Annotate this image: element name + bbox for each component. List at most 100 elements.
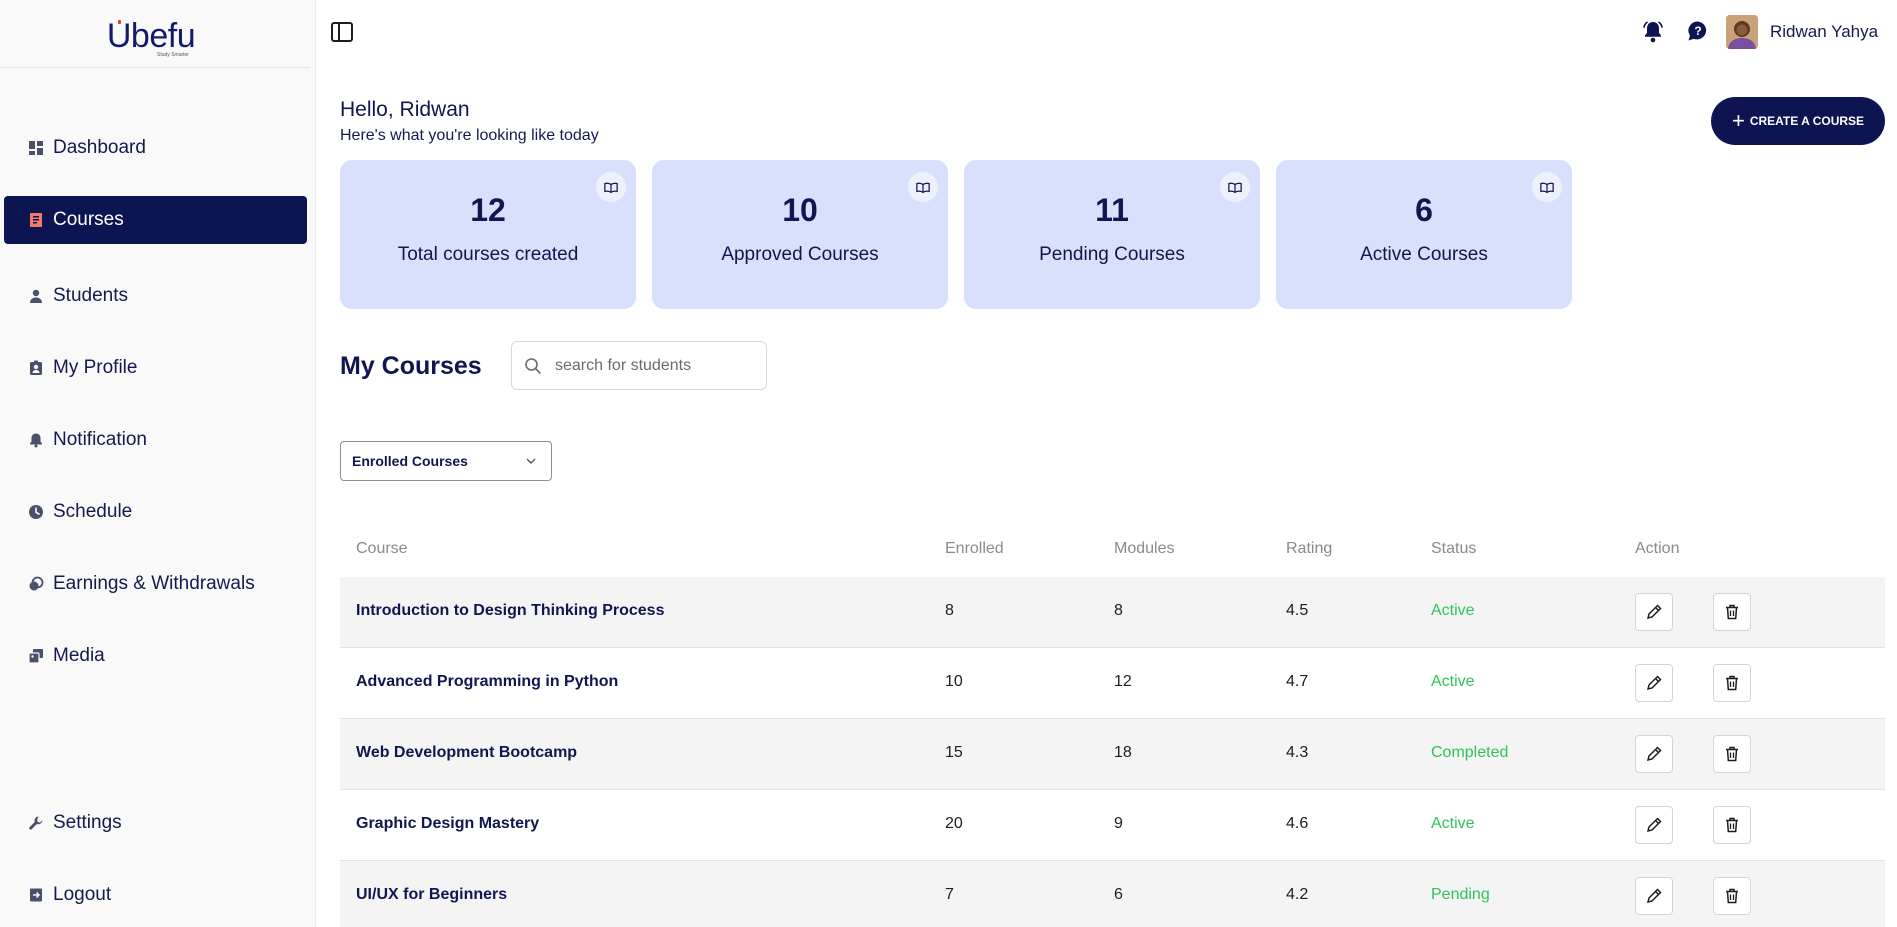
rating-value: 4.3 [1286, 744, 1309, 761]
course-name[interactable]: Advanced Programming in Python [356, 673, 618, 691]
sidebar-item-label: Schedule [53, 501, 133, 522]
sidebar-item-label: Courses [53, 209, 124, 230]
book-icon [28, 212, 44, 228]
plus-icon: + [1731, 108, 1745, 133]
panel-toggle-icon[interactable] [331, 22, 353, 42]
table-row: Graphic Design Mastery 20 9 4.6 Active [340, 790, 1885, 861]
bell-icon [28, 432, 44, 448]
search-icon [524, 357, 542, 375]
course-filter-select[interactable]: Enrolled Courses [340, 441, 552, 481]
create-course-label: CREATE A COURSE [1749, 114, 1865, 128]
enrolled-count: 20 [945, 815, 963, 832]
rating-value: 4.5 [1286, 602, 1309, 619]
media-icon [28, 648, 44, 664]
rating-value: 4.7 [1286, 673, 1309, 690]
greeting-subtitle: Here's what you're looking like today [340, 127, 599, 144]
trash-icon [1726, 817, 1738, 833]
chat-help-icon[interactable]: ? [1687, 20, 1709, 42]
delete-button[interactable] [1713, 735, 1751, 773]
course-name[interactable]: Introduction to Design Thinking Process [356, 602, 664, 620]
table-row: Web Development Bootcamp 15 18 4.3 Compl… [340, 719, 1885, 790]
sidebar-item-students[interactable]: Students [4, 272, 307, 320]
stat-card-total: 12 Total courses created [340, 160, 636, 309]
avatar[interactable] [1726, 15, 1758, 49]
stat-label: Total courses created [397, 244, 579, 265]
create-course-button[interactable]: + CREATE A COURSE [1711, 97, 1885, 145]
column-header-status[interactable]: Status [1431, 540, 1476, 558]
sidebar-item-media[interactable]: Media [4, 632, 307, 680]
column-header-rating[interactable]: Rating [1286, 540, 1332, 558]
modules-count: 6 [1114, 886, 1123, 903]
edit-button[interactable] [1635, 877, 1673, 915]
delete-button[interactable] [1713, 664, 1751, 702]
stat-card-pending: 11 Pending Courses [964, 160, 1260, 309]
course-name[interactable]: UI/UX for Beginners [356, 886, 507, 904]
sidebar-item-label: Dashboard [53, 137, 146, 158]
logout-icon [28, 887, 44, 903]
status-badge: Pending [1431, 886, 1490, 903]
pencil-icon [1646, 888, 1662, 904]
delete-button[interactable] [1713, 593, 1751, 631]
rating-value: 4.6 [1286, 815, 1309, 832]
sidebar-item-label: Students [53, 285, 128, 306]
profile-badge-icon [28, 360, 44, 376]
course-name[interactable]: Web Development Bootcamp [356, 744, 577, 762]
sidebar-item-label: My Profile [53, 357, 138, 378]
stat-value: 10 [782, 192, 818, 228]
sidebar-item-dashboard[interactable]: Dashboard [4, 124, 307, 172]
course-name[interactable]: Graphic Design Mastery [356, 815, 539, 833]
logo-accent [118, 20, 121, 24]
pencil-icon [1646, 817, 1662, 833]
sidebar: Ubefu Study Smarter Dashboard Courses St… [0, 0, 316, 927]
brand-logo[interactable]: Ubefu Study Smarter [0, 14, 310, 68]
sidebar-item-logout[interactable]: Logout [4, 871, 307, 919]
delete-button[interactable] [1713, 877, 1751, 915]
sidebar-item-label: Logout [53, 884, 112, 905]
trash-icon [1726, 604, 1738, 620]
stat-label: Approved Courses [721, 244, 879, 265]
enrolled-count: 10 [945, 673, 963, 690]
status-badge: Active [1431, 673, 1475, 690]
dashboard-icon [28, 140, 44, 156]
user-name[interactable]: Ridwan Yahya [1770, 22, 1878, 42]
edit-button[interactable] [1635, 593, 1673, 631]
sidebar-item-earnings[interactable]: Earnings & Withdrawals [4, 560, 307, 608]
enrolled-count: 7 [945, 886, 954, 903]
status-badge: Completed [1431, 744, 1509, 761]
table-row: UI/UX for Beginners 7 6 4.2 Pending [340, 861, 1885, 927]
sidebar-item-courses[interactable]: Courses [4, 196, 307, 244]
search-box[interactable] [511, 341, 767, 390]
column-header-action: Action [1635, 540, 1680, 557]
svg-text:?: ? [1694, 24, 1701, 38]
delete-button[interactable] [1713, 806, 1751, 844]
edit-button[interactable] [1635, 735, 1673, 773]
table-row: Introduction to Design Thinking Process … [340, 577, 1885, 648]
brand-name: Ubefu [106, 17, 196, 55]
edit-button[interactable] [1635, 664, 1673, 702]
bell-icon[interactable] [1642, 20, 1664, 44]
pencil-icon [1646, 675, 1662, 691]
enrolled-count: 8 [945, 602, 954, 619]
pencil-icon [1646, 746, 1662, 762]
column-header-modules[interactable]: Modules [1114, 540, 1174, 558]
stat-card-active: 6 Active Courses [1276, 160, 1572, 309]
edit-button[interactable] [1635, 806, 1673, 844]
trash-icon [1726, 746, 1738, 762]
stat-card-approved: 10 Approved Courses [652, 160, 948, 309]
search-input[interactable] [555, 354, 755, 378]
sidebar-item-my-profile[interactable]: My Profile [4, 344, 307, 392]
table-row: Advanced Programming in Python 10 12 4.7… [340, 648, 1885, 719]
stat-value: 6 [1415, 192, 1433, 228]
column-header-enrolled[interactable]: Enrolled [945, 540, 1004, 558]
sidebar-item-schedule[interactable]: Schedule [4, 488, 307, 536]
brand-tagline: Study Smarter [157, 52, 189, 58]
student-icon [28, 288, 44, 304]
wrench-icon [28, 815, 44, 831]
pencil-icon [1646, 604, 1662, 620]
stat-value: 12 [470, 192, 506, 228]
trash-icon [1726, 888, 1738, 904]
sidebar-item-settings[interactable]: Settings [4, 799, 307, 847]
column-header-course[interactable]: Course [356, 540, 408, 558]
sidebar-item-notification[interactable]: Notification [4, 416, 307, 464]
greeting-title: Hello, Ridwan [340, 98, 470, 121]
